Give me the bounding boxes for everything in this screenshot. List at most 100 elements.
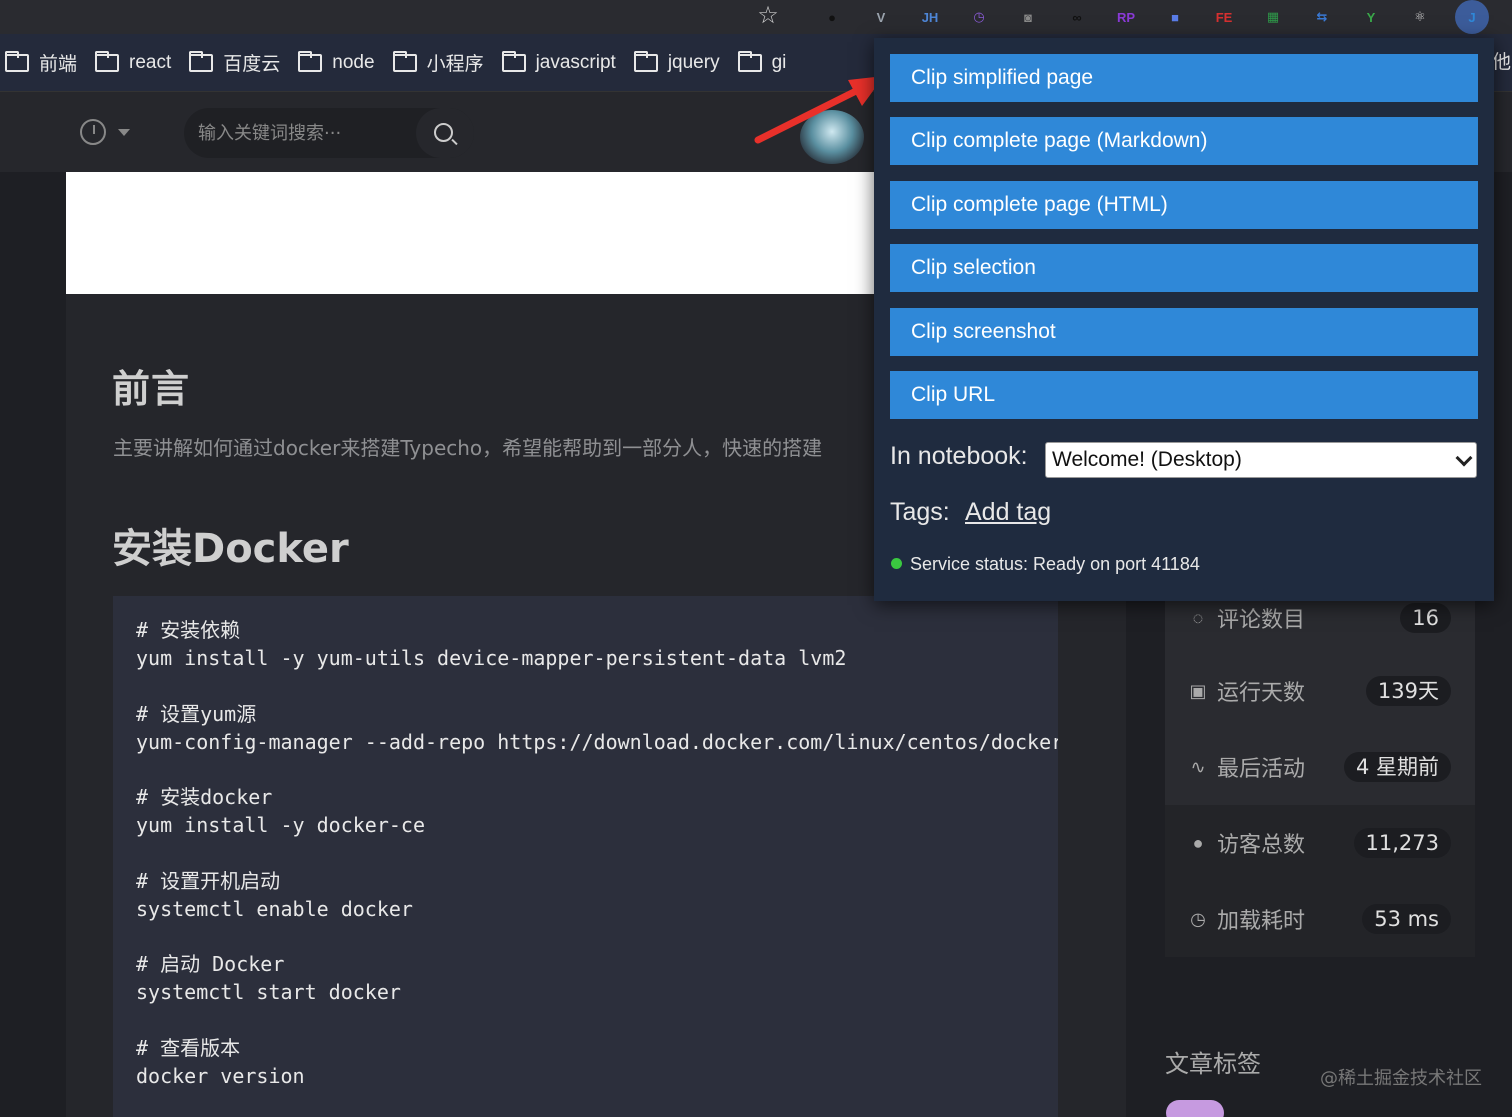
bookmark-label: node [332,51,375,73]
stat-label: 访客总数 [1217,833,1306,858]
bookmark-label: javascript [535,51,616,73]
notebook-label: In notebook: [890,442,1028,470]
vue-devtools-icon[interactable]: V [867,3,895,31]
camera-extension-icon[interactable]: ◙ [1014,3,1042,31]
bookmark-star-icon[interactable]: ☆ [754,2,782,30]
timer-icon: ◷ [1190,909,1206,929]
other-bookmarks[interactable]: 他 [1492,34,1512,92]
site-stats-panel: ◌ 评论数目 16 ▣ 运行天数 139天 ∿ 最后活动 4 星期前 ● 访客总数 11,273 ◷ 加载… [1165,580,1475,957]
rp-extension-icon[interactable]: RP [1112,3,1140,31]
browser-toolbar: ☆ ● V JH ◷ ◙ ∞ RP ■ FE ▦ ⇆ Y ⚛ J [0,0,1512,34]
folder-icon [298,50,323,72]
bookmark-folder[interactable]: javascript [497,34,629,92]
code-command: docker version [136,1063,305,1088]
stat-row: ∿ 最后活动 4 星期前 [1165,729,1475,805]
chevron-down-icon [1455,449,1473,467]
code-command: yum install -y docker-ce [136,813,425,837]
folder-icon [95,50,120,72]
user-icon: ● [1192,833,1204,853]
search-input[interactable] [198,108,408,158]
search-box [184,108,474,158]
code-command: yum-config-manager --add-repo https://do… [136,729,1058,754]
sheet-extension-icon[interactable]: ▦ [1259,3,1287,31]
stat-value: 4 星期前 [1343,752,1451,782]
comment-icon: ◌ [1192,608,1204,628]
code-comment: # 启动 Docker [136,952,285,976]
stat-label: 评论数目 [1217,608,1306,633]
clock-extension-icon[interactable]: ◷ [965,3,993,31]
calendar-icon: ▣ [1189,681,1207,701]
fe-extension-icon[interactable]: FE [1210,3,1238,31]
stat-value: 16 [1400,603,1451,633]
bookmark-folder[interactable]: 百度云 [184,34,293,92]
stat-row: ◷ 加载耗时 53 ms [1165,881,1475,957]
clip-screenshot-button[interactable]: Clip screenshot [890,307,1478,356]
stat-value: 11,273 [1353,828,1451,858]
folder-icon [633,50,658,72]
folder-icon [189,50,214,72]
folder-icon [501,50,526,72]
code-comment: # 设置开机启动 [136,868,281,893]
code-command: systemctl enable docker [136,896,413,921]
bookmark-label: 百度云 [223,54,281,75]
stat-label: 运行天数 [1217,681,1306,706]
bookmark-label: jquery [667,51,720,73]
jh-extension-icon[interactable]: JH [916,3,944,31]
code-command: yum install -y yum-utils device-mapper-p… [136,646,847,670]
bookmark-folder[interactable]: node [293,34,387,92]
code-comment: # 查看版本 [136,1035,241,1060]
heading-foreword: 前言 [112,367,191,411]
search-icon [434,123,453,142]
chevron-down-icon[interactable] [118,129,130,136]
left-gutter [0,172,66,1117]
extension-icons: ● V JH ◷ ◙ ∞ RP ■ FE ▦ ⇆ Y ⚛ J [812,0,1489,34]
tag-pill[interactable] [1166,1100,1224,1117]
clip-url-button[interactable]: Clip URL [890,371,1478,419]
code-command: systemctl start docker [136,980,401,1004]
yandex-extension-icon[interactable]: Y [1357,3,1385,31]
bookmark-folder[interactable]: react [90,34,184,92]
code-comment: # 安装docker [136,785,273,809]
react-devtools-icon[interactable]: ⚛ [1406,3,1434,31]
notebook-select[interactable]: Welcome! (Desktop) [1045,442,1477,478]
bookmark-folder[interactable]: 小程序 [388,34,497,92]
stat-label: 加载耗时 [1217,909,1306,934]
stat-row: ● 访客总数 11,273 [1165,805,1475,881]
stat-label: 最后活动 [1217,757,1306,782]
activity-icon: ∿ [1190,757,1206,777]
stat-value: 139天 [1365,676,1451,706]
bookmark-folder[interactable]: jquery [629,34,733,92]
code-block: # 安装依赖 yum install -y yum-utils device-ma… [113,596,1058,1117]
intro-paragraph: 主要讲解如何通过docker来搭建Typecho，希望能帮助到一部分人，快速的搭… [113,436,823,460]
clip-simplified-page-button[interactable]: Clip simplified page [890,54,1478,102]
code-comment: # 安装依赖 [136,618,241,642]
folder-icon [392,50,417,72]
infinity-extension-icon[interactable]: ∞ [1063,3,1091,31]
status-dot-icon [891,558,902,569]
service-status: Service status: Ready on port 41184 [910,554,1200,574]
add-tag-link[interactable]: Add tag [965,498,1051,527]
notebook-value: Welcome! (Desktop) [1052,448,1242,471]
bookmark-label: 前端 [39,54,78,75]
joplin-extension-icon[interactable]: J [1455,0,1489,34]
theme-clock-icon[interactable] [80,119,106,145]
red-arrow-icon [754,76,884,144]
bookmark-label: 小程序 [426,54,484,75]
clip-complete-markdown-button[interactable]: Clip complete page (Markdown) [890,117,1478,166]
code-comment: # 设置yum源 [136,701,257,726]
article-banner [66,172,874,294]
repeat-extension-icon[interactable]: ⇆ [1308,3,1336,31]
bookmark-folder[interactable]: 前端 [0,34,90,92]
web-clipper-popup: In notebook: Welcome! (Desktop) Tags: Ad… [874,38,1494,601]
heading-install-docker: 安装Docker [112,526,349,572]
square-extension-icon[interactable]: ■ [1161,3,1189,31]
circle-extension-icon[interactable]: ● [818,3,846,31]
clip-complete-html-button[interactable]: Clip complete page (HTML) [890,180,1478,229]
clip-selection-button[interactable]: Clip selection [890,244,1478,293]
folder-icon [5,50,29,72]
bookmark-label: react [129,51,172,73]
article-tags-heading: 文章标签 [1165,1050,1261,1078]
stat-value: 53 ms [1362,904,1451,934]
search-button[interactable] [416,108,474,158]
watermark: @稀土掘金技术社区 [1320,1068,1482,1089]
